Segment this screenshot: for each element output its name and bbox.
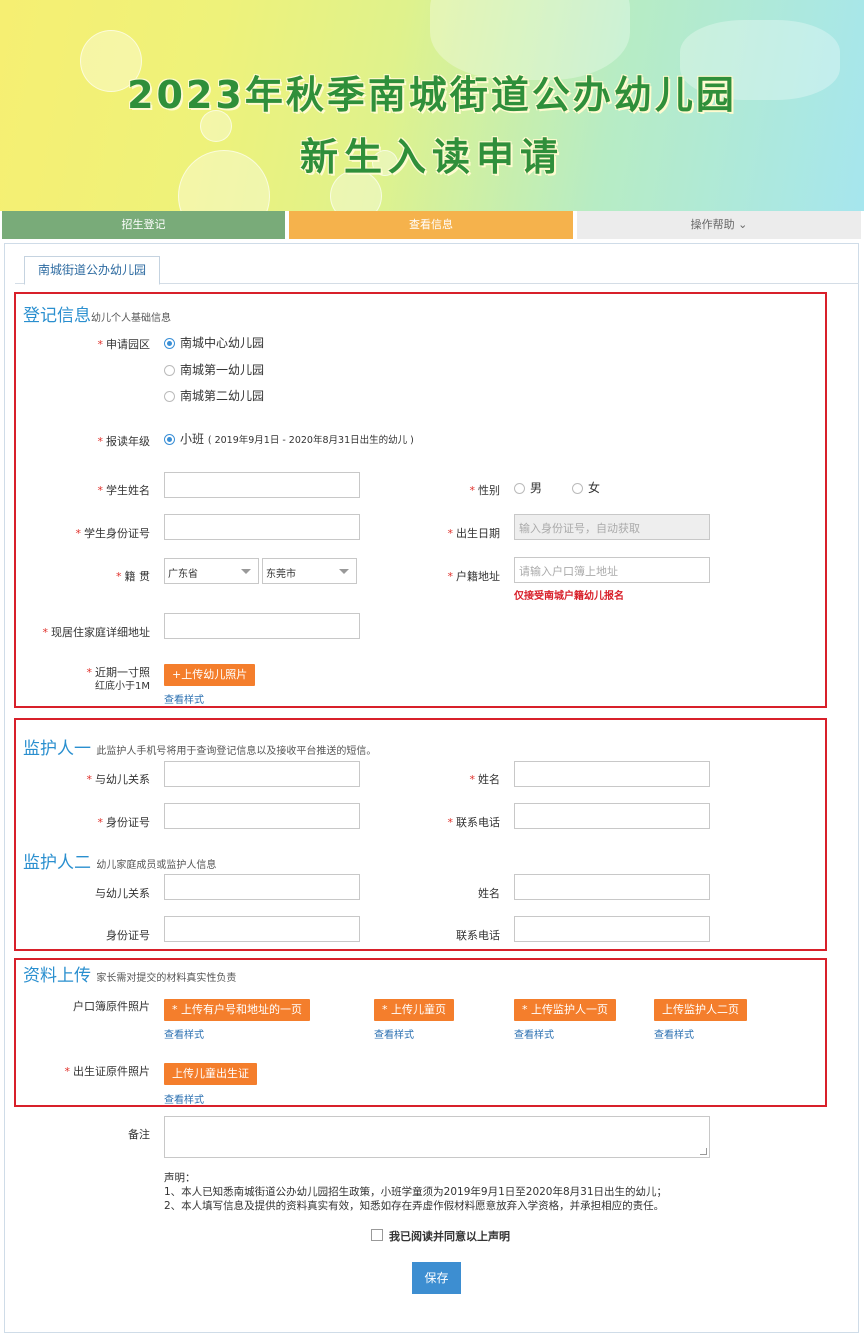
registration-section (14, 292, 827, 708)
birth-cert-label: * 出生证原件照片 (64, 1065, 151, 1078)
gender-radio-female[interactable]: 女 (572, 479, 600, 496)
agree-checkbox[interactable]: 我已阅读并同意以上声明 (371, 1228, 510, 1244)
upload-child-photo-button[interactable]: +上传幼儿照片 (164, 664, 256, 686)
guardian1-subtitle: 此监护人手机号将用于查询登记信息以及接收平台推送的短信。 (96, 746, 377, 757)
view-sample-link[interactable]: 查看样式 (164, 1026, 204, 1041)
view-sample-link[interactable]: 查看样式 (164, 1091, 204, 1106)
g1-phone-label: * 联系电话 (447, 816, 501, 829)
home-address-input[interactable] (164, 613, 360, 639)
upload-guardian2-page-button[interactable]: 上传监护人二页 (654, 999, 747, 1021)
registration-subtitle: 幼儿个人基础信息 (91, 313, 171, 324)
hukou-hint: 仅接受南城户籍幼儿报名 (514, 591, 624, 602)
campus-radio-first[interactable]: 南城第一幼儿园 (164, 361, 264, 378)
registration-title: 登记信息幼儿个人基础信息 (23, 306, 171, 326)
declaration-line1: 1、本人已知悉南城街道公办幼儿园招生政策，小班学童须为2019年9月1日至202… (164, 1186, 668, 1198)
upload-title: 资料上传 家长需对提交的材料真实性负责 (23, 966, 237, 986)
upload-hukou-main-button[interactable]: * 上传有户号和地址的一页 (164, 999, 310, 1021)
guardian2-title: 监护人二 幼儿家庭成员或监护人信息 (23, 853, 217, 873)
g2-id-input[interactable] (164, 916, 360, 942)
chevron-down-icon (339, 569, 349, 574)
nav-register[interactable]: 招生登记 (2, 211, 285, 239)
province-select[interactable]: 广东省 (164, 558, 259, 584)
upload-guardian1-page-button[interactable]: * 上传监护人一页 (514, 999, 616, 1021)
student-id-input[interactable] (164, 514, 360, 540)
gender-radio-male[interactable]: 男 (514, 479, 542, 496)
radio-empty-icon (164, 365, 175, 376)
campus-radio-second[interactable]: 南城第二幼儿园 (164, 387, 264, 404)
guardian1-title: 监护人一 此监护人手机号将用于查询登记信息以及接收平台推送的短信。 (23, 739, 377, 759)
g1-id-input[interactable] (164, 803, 360, 829)
radio-empty-icon (164, 391, 175, 402)
g1-relation-label: * 与幼儿关系 (86, 773, 151, 786)
birth-date-label: * 出生日期 (447, 527, 501, 540)
upload-child-page-button[interactable]: * 上传儿童页 (374, 999, 454, 1021)
city-select[interactable]: 东莞市 (262, 558, 357, 584)
student-name-input[interactable] (164, 472, 360, 498)
declaration-title: 声明： (164, 1172, 196, 1184)
grade-label: * 报读年级 (97, 435, 151, 448)
guardian2-subtitle: 幼儿家庭成员或监护人信息 (96, 860, 217, 871)
student-id-label: * 学生身份证号 (75, 527, 151, 540)
g1-phone-input[interactable] (514, 803, 710, 829)
hukou-address-input[interactable]: 请输入户口簿上地址 (514, 557, 710, 583)
save-button[interactable]: 保存 (412, 1262, 461, 1294)
native-place-label: * 籍 贯 (116, 570, 150, 583)
view-sample-link[interactable]: 查看样式 (374, 1026, 414, 1041)
g1-id-label: * 身份证号 (97, 816, 151, 829)
upload-subtitle: 家长需对提交的材料真实性负责 (96, 973, 237, 984)
student-name-label: * 学生姓名 (97, 484, 151, 497)
g2-relation-label: 与幼儿关系 (95, 887, 150, 900)
banner-title-line2: 新生入读申请 (299, 135, 564, 179)
upload-birth-cert-button[interactable]: 上传儿童出生证 (164, 1063, 257, 1085)
g2-phone-input[interactable] (514, 916, 710, 942)
view-sample-link[interactable]: 查看样式 (164, 691, 204, 706)
radio-selected-icon (164, 434, 175, 445)
tab-nancheng-kindergarten[interactable]: 南城街道公办幼儿园 (24, 256, 160, 285)
g1-name-label: * 姓名 (469, 773, 501, 786)
view-sample-link[interactable]: 查看样式 (654, 1026, 694, 1041)
photo-label: * 近期一寸照 红底小于1M (86, 666, 151, 692)
banner-title-line1: 2023年秋季南城街道公办幼儿园 (127, 73, 737, 117)
birth-date-field: 输入身份证号，自动获取 (514, 514, 710, 540)
g1-name-input[interactable] (514, 761, 710, 787)
remark-label: 备注 (128, 1128, 150, 1141)
campus-label: * 申请园区 (97, 338, 151, 351)
top-nav: 招生登记 查看信息 操作帮助 ⌄ (0, 211, 864, 239)
grade-radio-small[interactable]: 小班 ( 2019年9月1日 - 2020年8月31日出生的幼儿 ) (164, 430, 414, 447)
g2-name-label: 姓名 (478, 887, 500, 900)
g2-relation-input[interactable] (164, 874, 360, 900)
declaration-line2: 2、本人填写信息及提供的资料真实有效，知悉如存在弄虚作假材料愿意放弃入学资格，并… (164, 1200, 665, 1212)
g2-name-input[interactable] (514, 874, 710, 900)
g2-id-label: 身份证号 (106, 929, 150, 942)
declaration: 声明： 1、本人已知悉南城街道公办幼儿园招生政策，小班学童须为2019年9月1日… (164, 1171, 667, 1213)
hukou-address-label: * 户籍地址 (447, 570, 501, 583)
home-address-label: * 现居住家庭详细地址 (42, 626, 151, 639)
checkbox-icon (371, 1229, 383, 1241)
grade-note: ( 2019年9月1日 - 2020年8月31日出生的幼儿 ) (207, 435, 414, 446)
gender-label: * 性别 (469, 484, 501, 497)
nav-help[interactable]: 操作帮助 ⌄ (577, 211, 861, 239)
remark-textarea[interactable] (164, 1116, 710, 1158)
g1-relation-input[interactable] (164, 761, 360, 787)
g2-phone-label: 联系电话 (456, 929, 500, 942)
agree-label: 我已阅读并同意以上声明 (389, 1230, 510, 1243)
nav-view-info[interactable]: 查看信息 (289, 211, 573, 239)
view-sample-link[interactable]: 查看样式 (514, 1026, 554, 1041)
tab-bar: 南城街道公办幼儿园 (15, 255, 859, 285)
chevron-down-icon (241, 569, 251, 574)
hukou-photo-label: 户口簿原件照片 (73, 1000, 150, 1013)
campus-radio-center[interactable]: 南城中心幼儿园 (164, 334, 264, 351)
radio-empty-icon (514, 483, 525, 494)
header-banner: 2023年秋季南城街道公办幼儿园 新生入读申请 (0, 0, 864, 211)
radio-empty-icon (572, 483, 583, 494)
radio-selected-icon (164, 338, 175, 349)
